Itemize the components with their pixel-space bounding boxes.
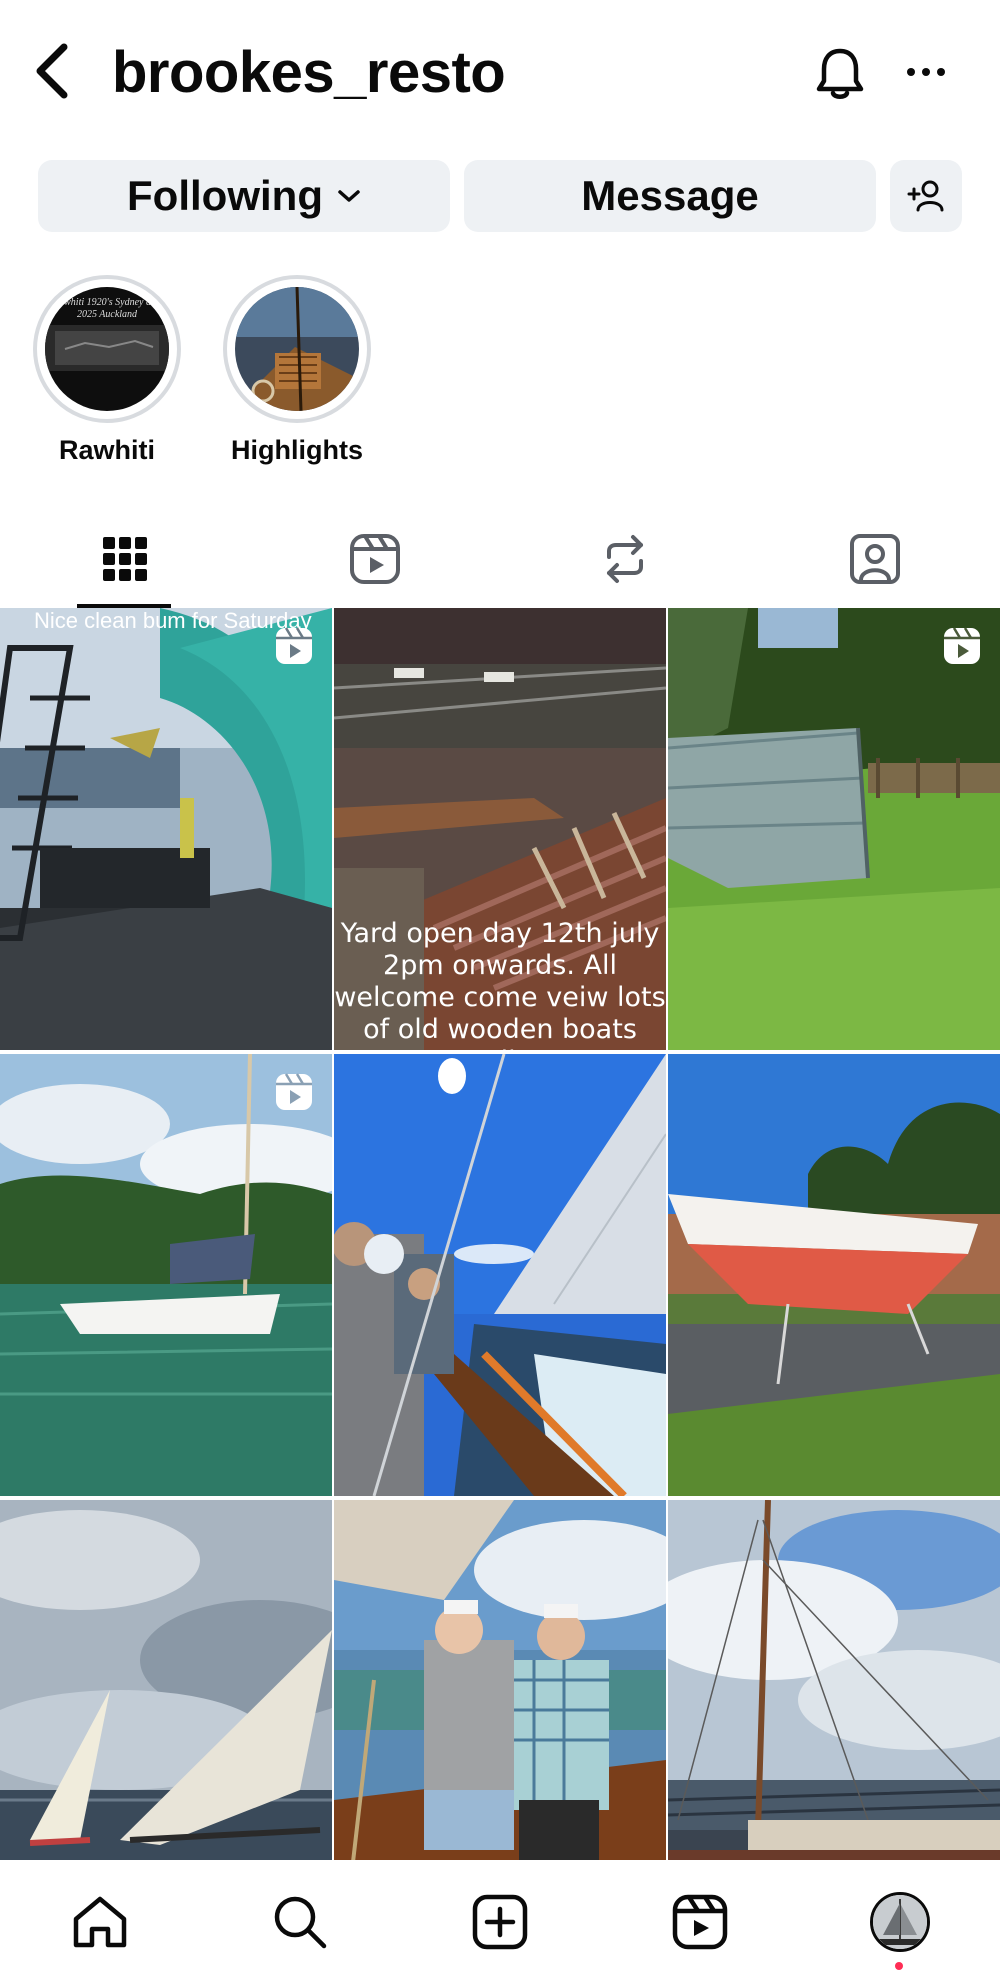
highlight-label: Highlights bbox=[231, 435, 363, 465]
highlight-cover-text: Rawhiti 1920's Sydney and 2025 Auckland bbox=[53, 297, 161, 320]
nav-search[interactable] bbox=[260, 1882, 340, 1962]
post-thumbnail[interactable] bbox=[668, 1054, 1000, 1496]
notification-dot bbox=[895, 1962, 903, 1970]
post-thumbnail[interactable]: Yard open day 12th july 2pm onwards. All… bbox=[334, 608, 666, 1050]
add-user-icon bbox=[907, 180, 944, 212]
highlight-highlights[interactable]: Highlights bbox=[222, 275, 372, 466]
more-options-button[interactable] bbox=[900, 50, 952, 94]
post-thumbnail[interactable] bbox=[0, 1054, 332, 1496]
profile-tabs bbox=[0, 510, 1000, 608]
grid-icon bbox=[103, 537, 147, 581]
post-caption-overlay: Nice clean bum for Saturday bbox=[34, 608, 312, 633]
profile-header: brookes_resto bbox=[0, 0, 1000, 150]
post-image bbox=[334, 1054, 666, 1496]
post-image bbox=[668, 1054, 1000, 1496]
plus-square-icon bbox=[472, 1894, 528, 1950]
tab-reels[interactable] bbox=[250, 510, 500, 608]
suggest-users-button[interactable] bbox=[890, 160, 962, 232]
post-caption-overlay: Yard open day 12th july 2pm onwards. All… bbox=[334, 918, 666, 1050]
nav-create[interactable] bbox=[460, 1882, 540, 1962]
reels-icon bbox=[944, 627, 980, 664]
post-thumbnail[interactable]: Nice clean bum for Saturday bbox=[0, 608, 332, 1050]
more-horizontal-icon bbox=[907, 68, 945, 76]
chevron-left-icon bbox=[36, 43, 68, 99]
highlight-ring: Rawhiti 1920's Sydney and 2025 Auckland bbox=[33, 275, 181, 423]
repost-icon bbox=[607, 535, 643, 583]
post-image bbox=[668, 608, 1000, 1050]
nav-profile[interactable] bbox=[860, 1882, 940, 1962]
highlight-ring bbox=[223, 275, 371, 423]
profile-avatar bbox=[870, 1892, 930, 1952]
chevron-down-icon bbox=[338, 190, 360, 202]
highlight-rawhiti[interactable]: Rawhiti 1920's Sydney and 2025 Auckland … bbox=[32, 275, 182, 466]
following-button[interactable]: Following bbox=[38, 160, 450, 232]
nav-home[interactable] bbox=[60, 1882, 140, 1962]
notifications-button[interactable] bbox=[812, 44, 868, 104]
tab-posts[interactable] bbox=[0, 510, 250, 608]
tab-tagged[interactable] bbox=[750, 510, 1000, 608]
nav-reels[interactable] bbox=[660, 1882, 740, 1962]
reels-icon bbox=[350, 534, 400, 584]
reels-icon bbox=[276, 1073, 312, 1110]
highlight-cover: Rawhiti 1920's Sydney and 2025 Auckland bbox=[45, 287, 169, 411]
home-icon bbox=[73, 1896, 127, 1948]
highlight-cover bbox=[235, 287, 359, 411]
post-image bbox=[0, 1054, 332, 1496]
tagged-person-icon bbox=[850, 534, 900, 584]
highlight-label: Rawhiti bbox=[58, 435, 155, 465]
back-button[interactable] bbox=[28, 38, 76, 104]
message-button[interactable]: Message bbox=[464, 160, 876, 232]
following-label: Following bbox=[127, 172, 323, 219]
reels-icon bbox=[672, 1894, 728, 1950]
message-label: Message bbox=[581, 172, 759, 219]
bottom-navigation bbox=[0, 1860, 1000, 1987]
post-thumbnail[interactable] bbox=[334, 1054, 666, 1496]
profile-username: brookes_resto bbox=[112, 40, 506, 105]
post-image bbox=[0, 608, 332, 1050]
bell-icon bbox=[816, 48, 864, 99]
search-icon bbox=[274, 1896, 327, 1949]
post-thumbnail[interactable] bbox=[668, 608, 1000, 1050]
reels-icon bbox=[276, 627, 312, 664]
tab-reposts[interactable] bbox=[500, 510, 750, 608]
